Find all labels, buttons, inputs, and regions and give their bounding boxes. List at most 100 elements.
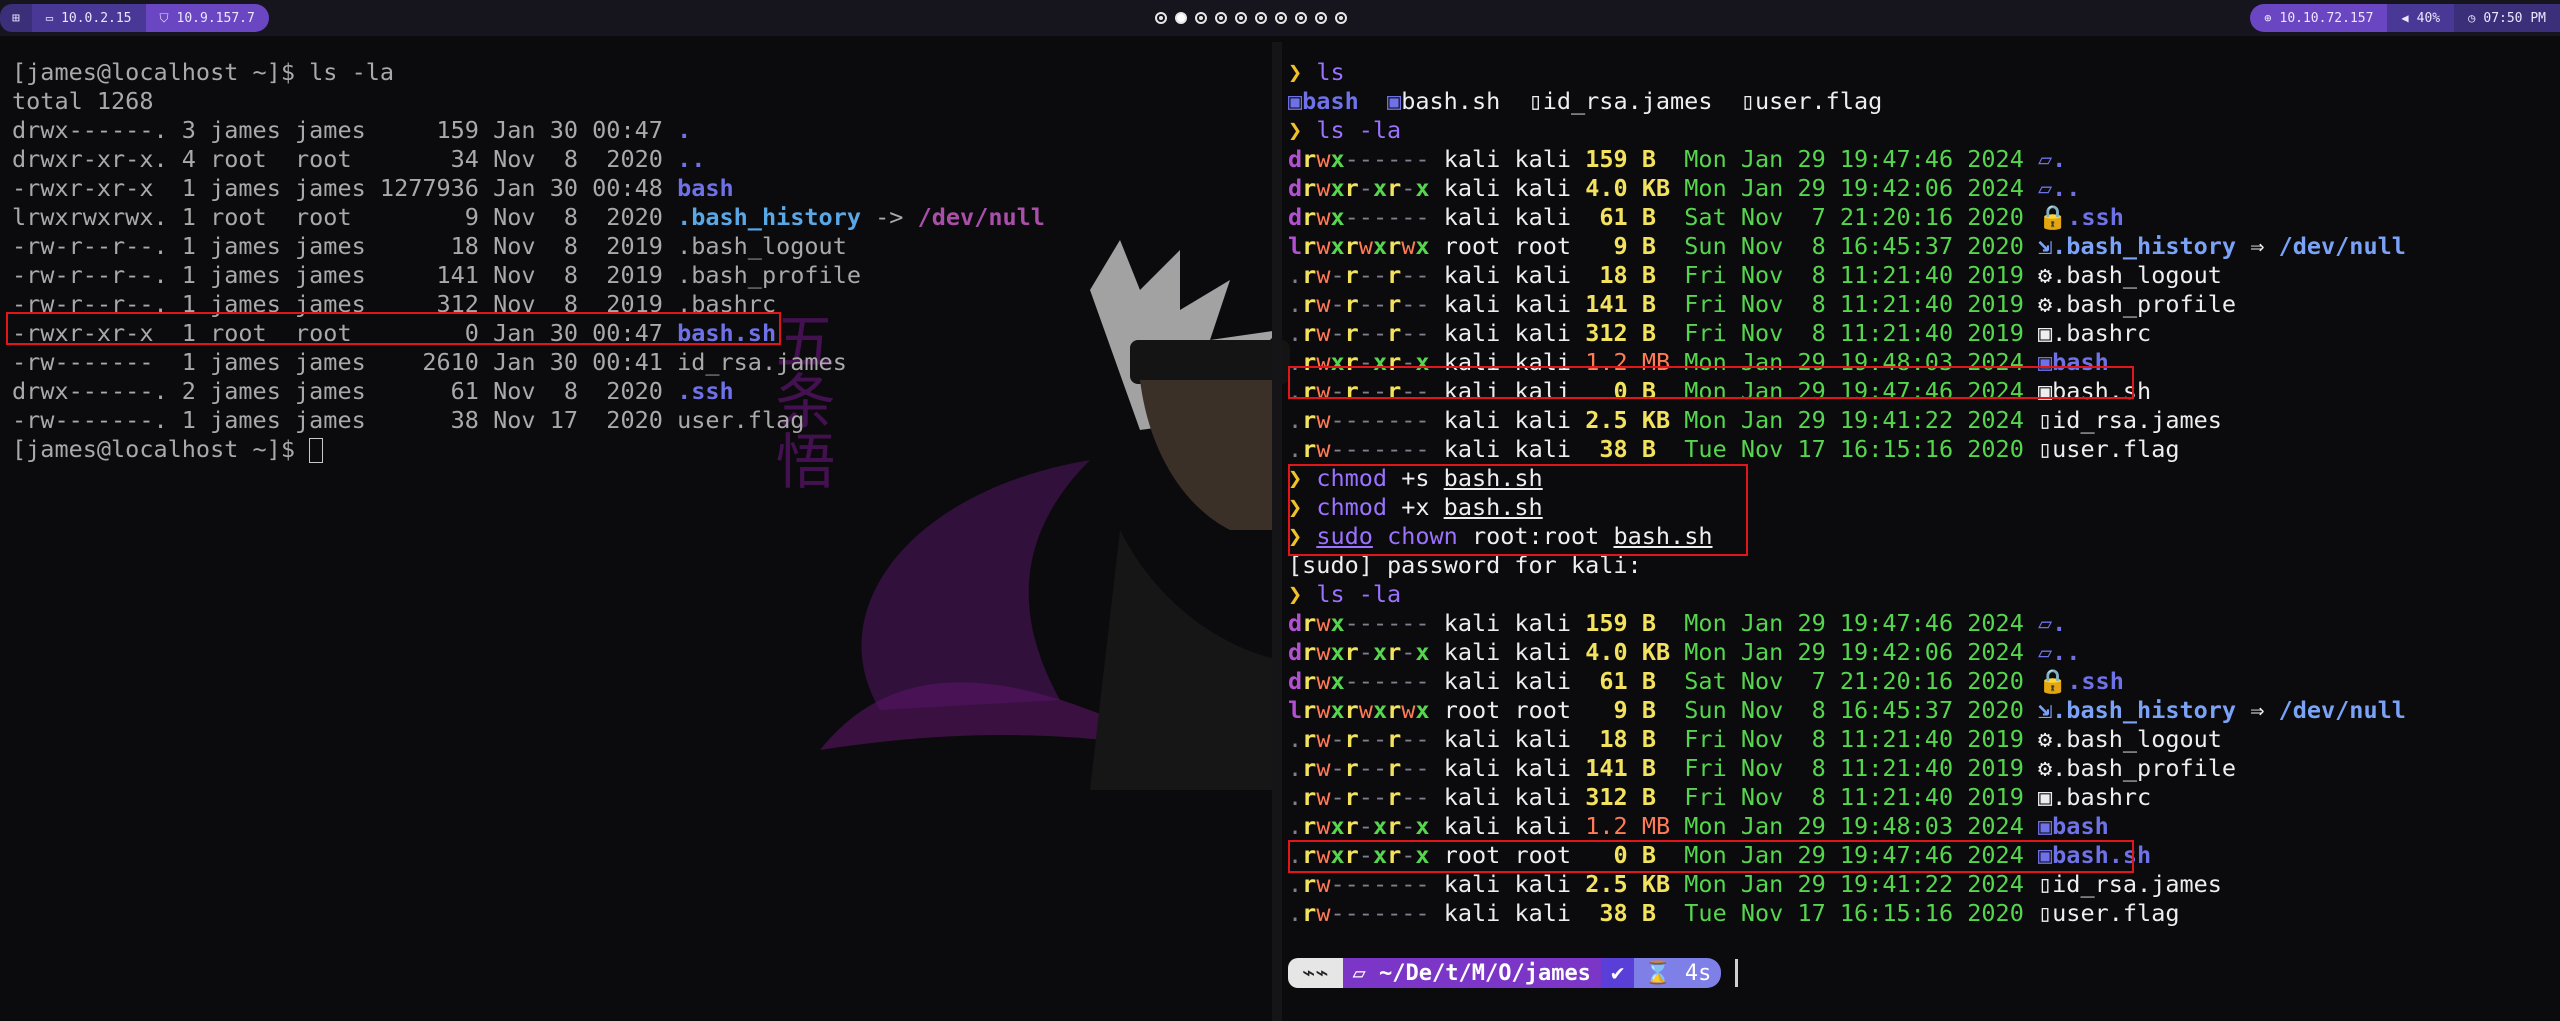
date: Nov 17 2020 bbox=[493, 406, 663, 434]
text-cursor[interactable] bbox=[309, 438, 324, 463]
file-icon: ▯ bbox=[1528, 87, 1543, 115]
owner: kali bbox=[1443, 319, 1501, 347]
right-terminal-pane[interactable]: ❯ ls ▣bash ▣bash.sh ▯id_rsa.james ▯user.f… bbox=[1284, 44, 2560, 1021]
listing-row: .rw-r--r-- kali kali 312 B Fri Nov 8 11:… bbox=[1288, 783, 2406, 812]
workspace-4[interactable] bbox=[1215, 12, 1227, 24]
volume-chip[interactable]: ◀ 40% bbox=[2387, 4, 2455, 32]
filename: .bash_profile bbox=[2052, 754, 2237, 782]
gear-icon: ⚙ bbox=[2038, 261, 2053, 289]
owner: james bbox=[210, 377, 281, 405]
size: 159 bbox=[1585, 609, 1628, 637]
owner: kali bbox=[1443, 870, 1501, 898]
text-cursor[interactable] bbox=[1735, 959, 1739, 987]
terminal-icon: ▣ bbox=[2038, 319, 2053, 347]
owner: kali bbox=[1443, 899, 1501, 927]
owner: kali bbox=[1443, 290, 1501, 318]
perm: -rw-r--r--. bbox=[12, 232, 168, 260]
clock-chip[interactable]: ◷ 07:50 PM bbox=[2454, 4, 2560, 32]
group: kali bbox=[1514, 609, 1572, 637]
owner: kali bbox=[1443, 174, 1501, 202]
listing-row: .rw------- kali kali 2.5 KB Mon Jan 29 1… bbox=[1288, 406, 2406, 435]
perm: -rwxr-xr-x bbox=[12, 174, 168, 202]
listing-row: -rw-r--r--. 1 james james 18 Nov 8 2019 … bbox=[12, 232, 1045, 261]
owner: kali bbox=[1443, 145, 1501, 173]
listing-row: -rw-r--r--. 1 james james 141 Nov 8 2019… bbox=[12, 261, 1045, 290]
group: root bbox=[295, 203, 366, 231]
file-link-icon: ⇲ bbox=[2038, 696, 2053, 724]
lock-icon: 🔒 bbox=[2038, 667, 2068, 695]
workspace-10[interactable] bbox=[1335, 12, 1347, 24]
listing-row: lrwxrwxrwx root root 9 B Sun Nov 8 16:45… bbox=[1288, 696, 2406, 725]
workspace-2[interactable] bbox=[1175, 12, 1187, 24]
left-terminal-pane[interactable]: [james@localhost ~]$ ls -la total 1268 drw… bbox=[0, 44, 1270, 1021]
left-terminal-output: [james@localhost ~]$ ls -la total 1268 drw… bbox=[12, 58, 1045, 464]
perm: .rw------- bbox=[1288, 870, 1430, 898]
file-icon: ▯ bbox=[1740, 87, 1755, 115]
exec-time: 4s bbox=[1684, 960, 1712, 986]
owner: kali bbox=[1443, 261, 1501, 289]
workspace-5[interactable] bbox=[1235, 12, 1247, 24]
workspace-1[interactable] bbox=[1155, 12, 1167, 24]
topbar-left: ⊞ ▭ 10.0.2.15 ⛉ 10.9.157.7 bbox=[0, 4, 269, 32]
filename: .bashrc bbox=[2052, 783, 2152, 811]
owner: root bbox=[210, 203, 281, 231]
size-unit: B bbox=[1641, 754, 1671, 782]
date: Mon Jan 29 19:47:46 2024 bbox=[1684, 609, 2024, 637]
command-line: [james@localhost ~]$ ls -la bbox=[12, 58, 1045, 87]
perm: drwx------ bbox=[1288, 145, 1430, 173]
filename: .. bbox=[2052, 174, 2081, 202]
workspace-6[interactable] bbox=[1255, 12, 1267, 24]
filename: user.flag bbox=[677, 406, 805, 434]
group: james bbox=[295, 406, 366, 434]
prompt-directory: ▱ ~/De/t/M/O/james bbox=[1342, 958, 1601, 988]
group: kali bbox=[1514, 783, 1572, 811]
size: 61 bbox=[379, 377, 479, 405]
group: kali bbox=[1514, 725, 1572, 753]
perm: .rw------- bbox=[1288, 435, 1430, 463]
perm: .rw------- bbox=[1288, 406, 1430, 434]
group: kali bbox=[1514, 667, 1572, 695]
owner: kali bbox=[1443, 812, 1501, 840]
listing-row: drwx------. 3 james james 159 Jan 30 00:… bbox=[12, 116, 1045, 145]
filename: user.flag bbox=[2052, 435, 2180, 463]
filename: id_rsa.james bbox=[1542, 87, 1713, 115]
highlight-box-bash-sh bbox=[6, 312, 781, 345]
group: james bbox=[295, 116, 366, 144]
size: 159 bbox=[1585, 145, 1628, 173]
perm: -rw-------. bbox=[12, 406, 168, 434]
size: 38 bbox=[379, 406, 479, 434]
size: 1277936 bbox=[379, 174, 479, 202]
size: 18 bbox=[1585, 725, 1628, 753]
link-arrow: ⇒ bbox=[2250, 696, 2265, 724]
workspace-3[interactable] bbox=[1195, 12, 1207, 24]
workspace-7[interactable] bbox=[1275, 12, 1287, 24]
group: kali bbox=[1514, 754, 1572, 782]
lock-icon: 🔒 bbox=[2038, 203, 2068, 231]
workspace-9[interactable] bbox=[1315, 12, 1327, 24]
group: root bbox=[1514, 696, 1572, 724]
date: Sun Nov 8 16:45:37 2020 bbox=[1684, 232, 2024, 260]
file-icon: ▯ bbox=[2038, 899, 2053, 927]
links: 1 bbox=[181, 261, 196, 289]
listing-row: .rw------- kali kali 38 B Tue Nov 17 16:… bbox=[1288, 899, 2406, 928]
ip-chip-vpn[interactable]: ⛉ 10.9.157.7 bbox=[145, 4, 269, 32]
folder-open-icon: ▱ bbox=[2038, 609, 2053, 637]
date: Jan 30 00:48 bbox=[493, 174, 663, 202]
perm: .rw-r--r-- bbox=[1288, 319, 1430, 347]
group: kali bbox=[1514, 174, 1572, 202]
link-arrow: -> bbox=[875, 203, 904, 231]
target-ip-chip[interactable]: ⊕ 10.10.72.157 bbox=[2250, 4, 2388, 32]
link-target: /dev/null bbox=[2278, 696, 2406, 724]
workspace-8[interactable] bbox=[1295, 12, 1307, 24]
ip-chip-local[interactable]: ▭ 10.0.2.15 bbox=[31, 4, 146, 32]
gear-icon: ⚙ bbox=[2038, 290, 2053, 318]
owner: james bbox=[210, 116, 281, 144]
listing-row: drwx------ kali kali 159 B Mon Jan 29 19… bbox=[1288, 145, 2406, 174]
date: Mon Jan 29 19:41:22 2024 bbox=[1684, 870, 2024, 898]
filename: . bbox=[2052, 609, 2067, 637]
menu-button[interactable]: ⊞ bbox=[0, 4, 32, 32]
filename: bash.sh bbox=[1401, 87, 1501, 115]
perm: drwx------. bbox=[12, 377, 168, 405]
prompt-arrow-icon: ❯ bbox=[1288, 58, 1303, 86]
pane-divider[interactable] bbox=[1272, 42, 1282, 1021]
